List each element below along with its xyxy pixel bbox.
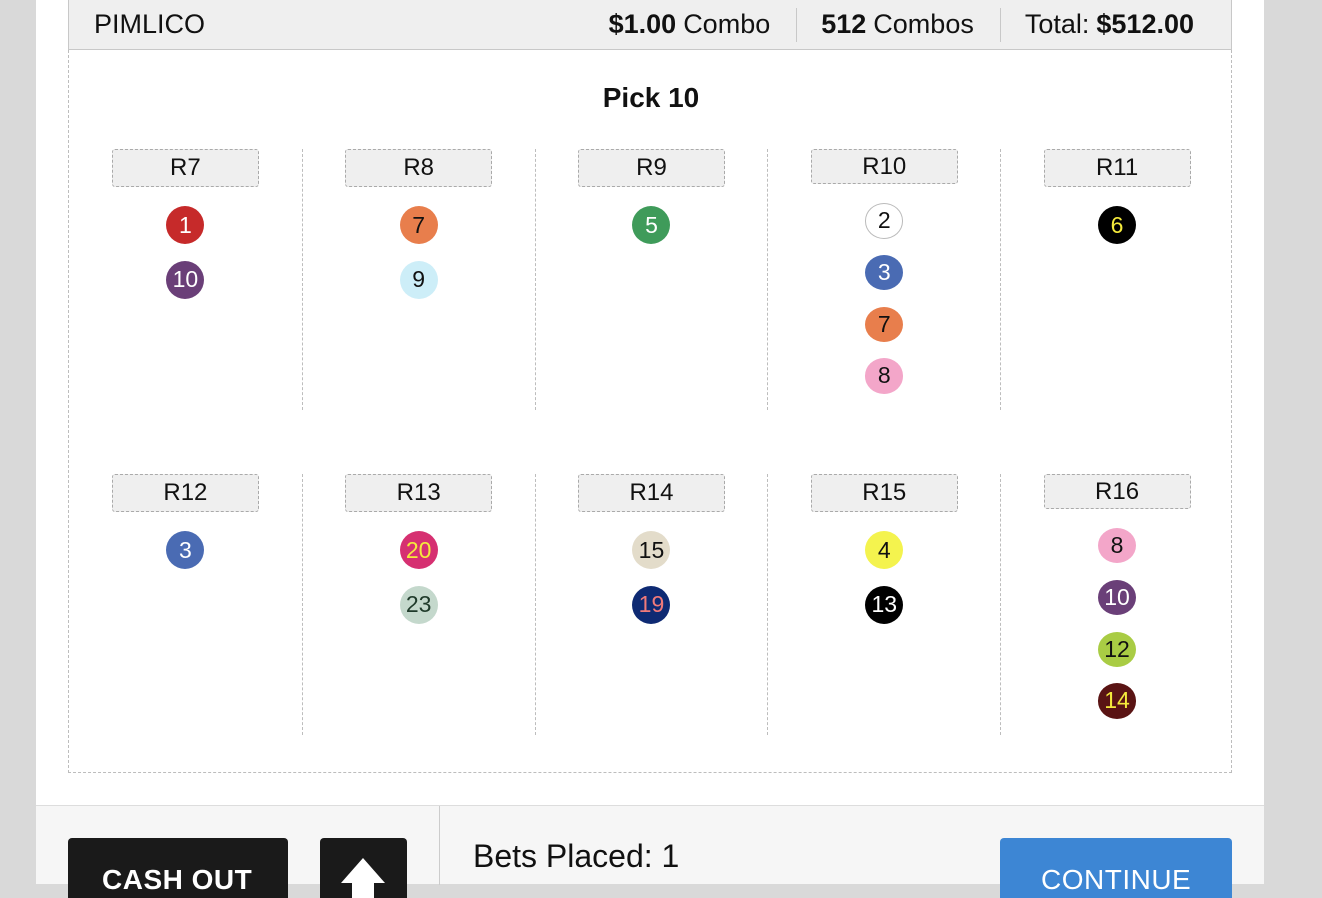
runner-badge[interactable]: 20 <box>399 531 438 569</box>
runner-badge[interactable]: 1 <box>166 206 205 244</box>
runner-badge[interactable]: 4 <box>865 531 904 569</box>
runner-badge[interactable]: 9 <box>399 260 438 299</box>
bet-ticket: PIMLICO $1.00 Combo 512 Combos Total: $5… <box>68 0 1232 773</box>
combos-count: 512 Combos <box>796 7 1000 42</box>
total-label: Total: <box>1024 9 1090 39</box>
race-label: R8 <box>345 149 493 187</box>
runner-badge[interactable]: 3 <box>166 531 205 569</box>
runner-badge[interactable]: 12 <box>1098 631 1137 667</box>
combos-count-value: 512 <box>821 9 867 39</box>
race-label: R9 <box>577 149 725 187</box>
race-label: R16 <box>1043 474 1191 510</box>
cash-out-button[interactable]: CASH OUT <box>68 838 288 898</box>
combos-count-label: Combos <box>873 9 974 39</box>
race-column-r14: R14 15 19 <box>534 474 768 735</box>
runner-badge[interactable]: 10 <box>1098 579 1137 616</box>
runner-badge[interactable]: 23 <box>399 585 438 624</box>
race-column-r7: R7 1 10 <box>69 149 302 410</box>
track-name: PIMLICO <box>94 9 206 39</box>
race-label: R12 <box>111 474 259 512</box>
race-column-r10: R10 2 3 7 8 <box>767 149 1000 410</box>
expand-up-button[interactable] <box>320 838 407 898</box>
race-column-r12: R12 3 <box>69 474 302 735</box>
continue-button[interactable]: CONTINUE <box>1000 838 1232 898</box>
race-column-r11: R11 6 <box>1000 149 1233 410</box>
race-label: R11 <box>1043 149 1191 187</box>
combo-amount-label: Combo <box>683 9 771 39</box>
ticket-header: PIMLICO $1.00 Combo 512 Combos Total: $5… <box>68 0 1232 50</box>
race-label: R13 <box>345 474 493 512</box>
runner-badge[interactable]: 15 <box>632 531 671 569</box>
total-amount: $512.00 <box>1096 9 1194 39</box>
runner-badge[interactable]: 2 <box>865 203 904 239</box>
runner-badge[interactable]: 13 <box>865 585 904 624</box>
runner-badge[interactable]: 3 <box>865 255 904 291</box>
race-label: R14 <box>577 474 725 512</box>
runner-badge[interactable]: 7 <box>399 206 438 244</box>
runner-badge[interactable]: 8 <box>1098 528 1137 564</box>
runner-badge[interactable]: 10 <box>166 260 205 299</box>
race-label: R15 <box>810 474 958 512</box>
bet-type-title: Pick 10 <box>602 82 700 113</box>
race-column-r8: R8 7 9 <box>301 149 535 410</box>
footer-divider <box>439 806 440 885</box>
race-row-1: R7 1 10 R8 7 9 R9 5 R10 2 3 7 8 R11 6 <box>69 149 1233 410</box>
runner-badge[interactable]: 14 <box>1098 683 1137 719</box>
race-column-r15: R15 4 13 <box>767 474 1000 735</box>
runner-badge[interactable]: 8 <box>865 358 904 394</box>
ticket-panel: PIMLICO $1.00 Combo 512 Combos Total: $5… <box>36 0 1264 805</box>
runner-badge[interactable]: 5 <box>632 206 671 244</box>
footer-bar: CASH OUT Bets Placed: 1 CONTINUE <box>36 805 1264 898</box>
combo-amount: $1.00 Combo <box>585 8 797 42</box>
race-label: R7 <box>111 149 259 187</box>
ticket-total: Total: $512.00 <box>999 7 1231 42</box>
race-label: R10 <box>810 149 958 185</box>
runner-badge[interactable]: 6 <box>1098 206 1137 244</box>
runner-badge[interactable]: 7 <box>865 306 904 342</box>
race-column-r9: R9 5 <box>534 149 768 410</box>
bets-placed-count: Bets Placed: 1 <box>473 838 680 874</box>
runner-badge[interactable]: 19 <box>632 585 671 624</box>
race-column-r16: R16 8 10 12 14 <box>1000 474 1233 735</box>
race-row-2: R12 3 R13 20 23 R14 15 19 R15 4 13 R16 8 10 12 14 <box>69 474 1233 735</box>
combo-amount-value: $1.00 <box>608 9 677 39</box>
race-column-r13: R13 20 23 <box>301 474 535 735</box>
